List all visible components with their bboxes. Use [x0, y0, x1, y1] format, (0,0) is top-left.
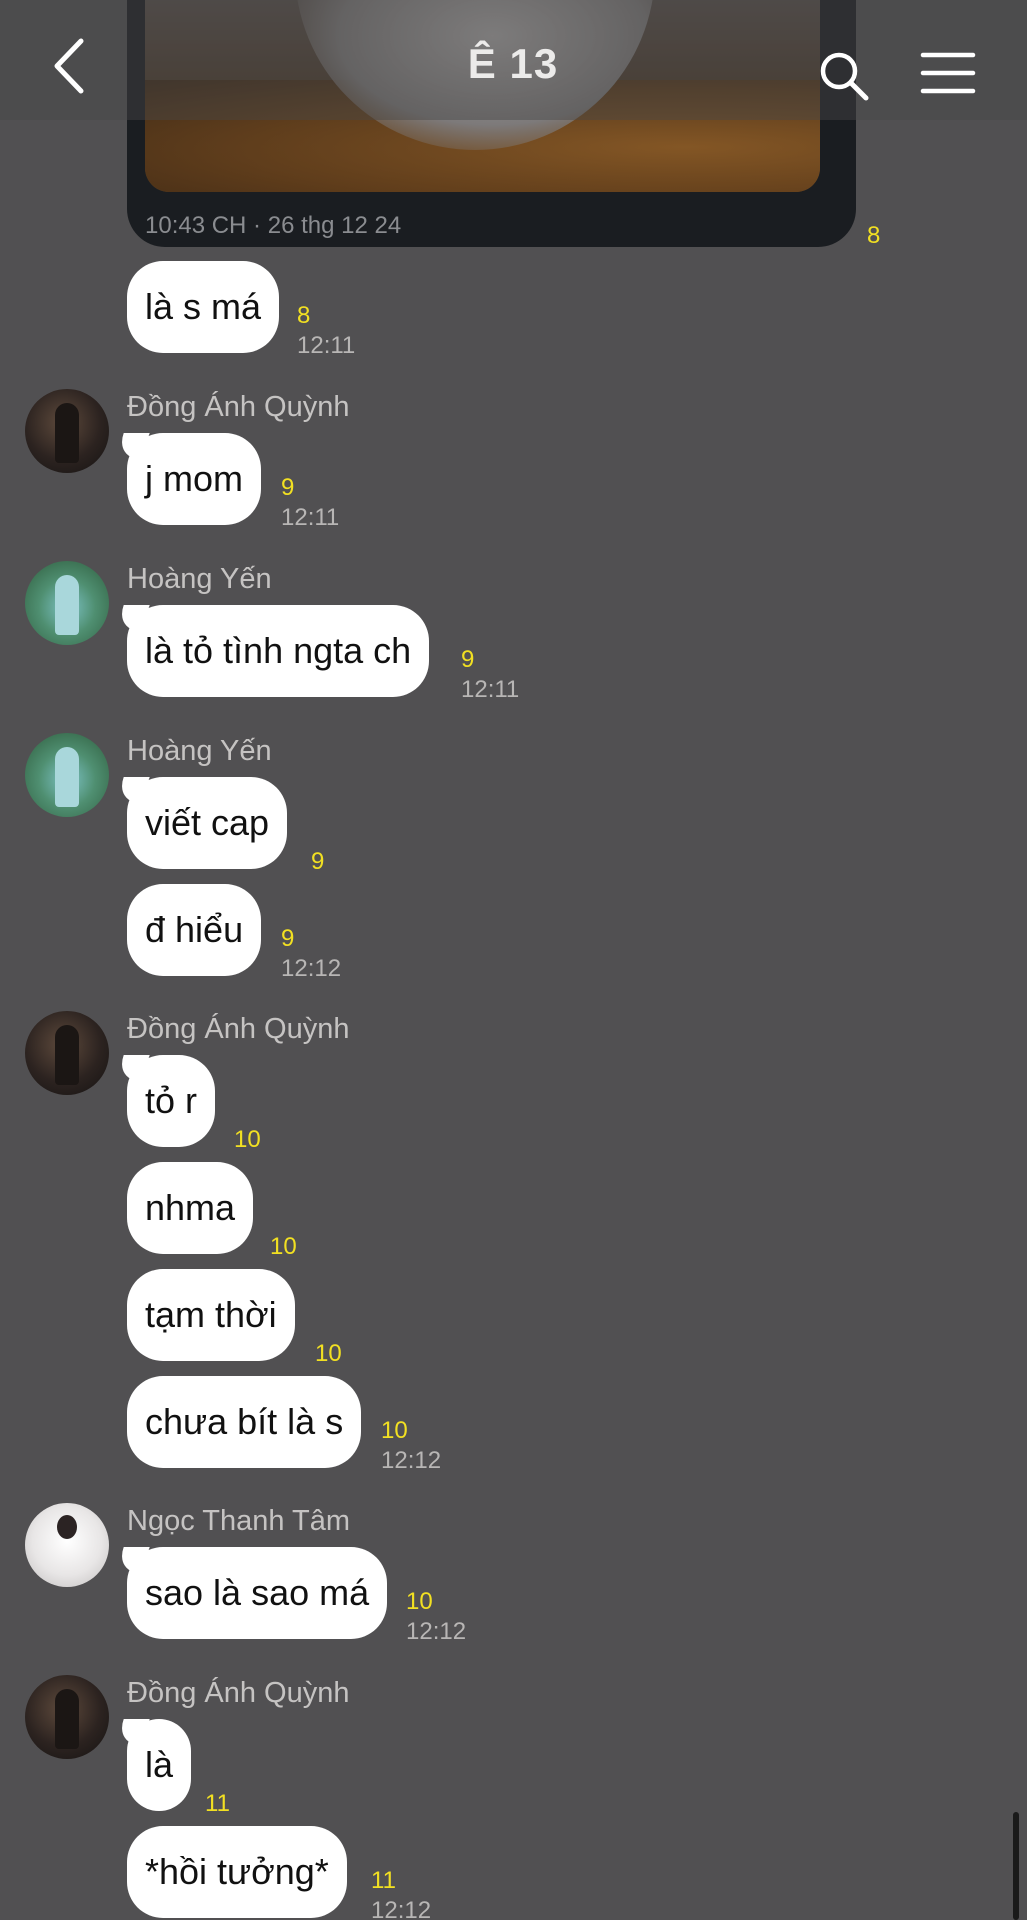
- message-time: 12:11: [461, 676, 520, 703]
- message-bubble[interactable]: tỏ r: [127, 1055, 216, 1147]
- avatar-figure: [55, 747, 79, 807]
- back-button[interactable]: [45, 35, 99, 97]
- message-bubble[interactable]: *hồi tưởng*: [127, 1826, 347, 1918]
- message-bubble[interactable]: viết cap: [127, 777, 288, 869]
- sender-name: Hoàng Yến: [127, 735, 272, 767]
- read-count: 10: [234, 1126, 261, 1153]
- read-count: 10: [270, 1233, 297, 1260]
- avatar-figure: [55, 1025, 79, 1085]
- message-bubble[interactable]: tạm thời: [127, 1269, 295, 1361]
- hamburger-menu-icon: [920, 52, 976, 94]
- read-count: 9: [281, 925, 295, 952]
- message-bubble[interactable]: sao là sao má: [127, 1547, 388, 1639]
- avatar[interactable]: [25, 389, 109, 473]
- sender-name: Đồng Ánh Quỳnh: [127, 1013, 350, 1045]
- avatar[interactable]: [25, 1503, 109, 1587]
- search-button[interactable]: [818, 50, 870, 102]
- read-count: 8: [867, 222, 881, 249]
- avatar-figure: [55, 1689, 79, 1749]
- chat-header: Ê 13: [0, 0, 1027, 120]
- avatar[interactable]: [25, 1675, 109, 1759]
- avatar[interactable]: [25, 561, 109, 645]
- chat-screen: 10:43 CH · 26 thg 12 24 8 là s má 8 12:1…: [0, 0, 1027, 1920]
- avatar-figure: [55, 575, 79, 635]
- message-bubble[interactable]: j mom: [127, 433, 261, 525]
- message-bubble[interactable]: đ hiểu: [127, 884, 262, 976]
- avatar[interactable]: [25, 1011, 109, 1095]
- message-bubble[interactable]: là s má: [127, 261, 280, 353]
- message-bubble[interactable]: nhma: [127, 1162, 254, 1254]
- message-time: 12:12: [406, 1618, 467, 1645]
- scrollbar[interactable]: [1013, 1812, 1019, 1920]
- message-bubble[interactable]: là tỏ tình ngta ch: [127, 605, 430, 697]
- avatar-figure: [55, 403, 79, 463]
- read-count: 11: [371, 1867, 396, 1894]
- avatar[interactable]: [25, 733, 109, 817]
- read-count: 8: [297, 302, 311, 329]
- read-count: 10: [406, 1588, 433, 1615]
- message-time: 12:11: [281, 504, 340, 531]
- read-count: 9: [281, 474, 295, 501]
- image-timestamp: 10:43 CH · 26 thg 12 24: [145, 212, 402, 239]
- message-time: 12:12: [371, 1897, 432, 1920]
- message-time: 12:11: [297, 332, 356, 359]
- chevron-left-icon: [54, 38, 84, 94]
- message-bubble[interactable]: là: [127, 1719, 192, 1811]
- sender-name: Đồng Ánh Quỳnh: [127, 391, 350, 423]
- sender-name: Đồng Ánh Quỳnh: [127, 1677, 350, 1709]
- read-count: 10: [381, 1417, 408, 1444]
- read-count: 10: [315, 1340, 342, 1367]
- search-icon: [820, 52, 869, 101]
- message-time: 12:12: [381, 1447, 442, 1474]
- chat-title: Ê 13: [467, 40, 559, 87]
- message-bubble[interactable]: chưa bít là s: [127, 1376, 362, 1468]
- read-count: 11: [205, 1790, 230, 1817]
- sender-name: Ngọc Thanh Tâm: [127, 1505, 350, 1537]
- message-time: 12:12: [281, 955, 342, 982]
- read-count: 9: [461, 646, 475, 673]
- sender-name: Hoàng Yến: [127, 563, 272, 595]
- read-count: 9: [311, 848, 325, 875]
- avatar-figure: [57, 1515, 77, 1539]
- menu-button[interactable]: [920, 50, 976, 96]
